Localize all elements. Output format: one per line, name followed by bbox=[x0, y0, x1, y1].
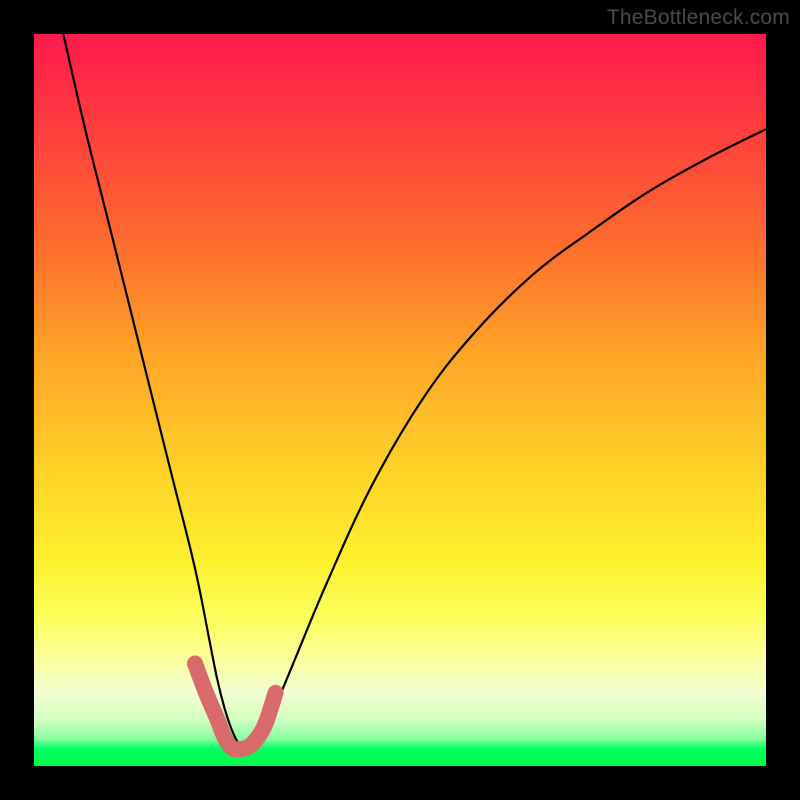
bottleneck-curve bbox=[63, 34, 766, 748]
plot-area bbox=[34, 34, 766, 766]
curve-svg bbox=[34, 34, 766, 766]
watermark-text: TheBottleneck.com bbox=[607, 6, 790, 30]
chart-frame: TheBottleneck.com bbox=[0, 0, 800, 800]
